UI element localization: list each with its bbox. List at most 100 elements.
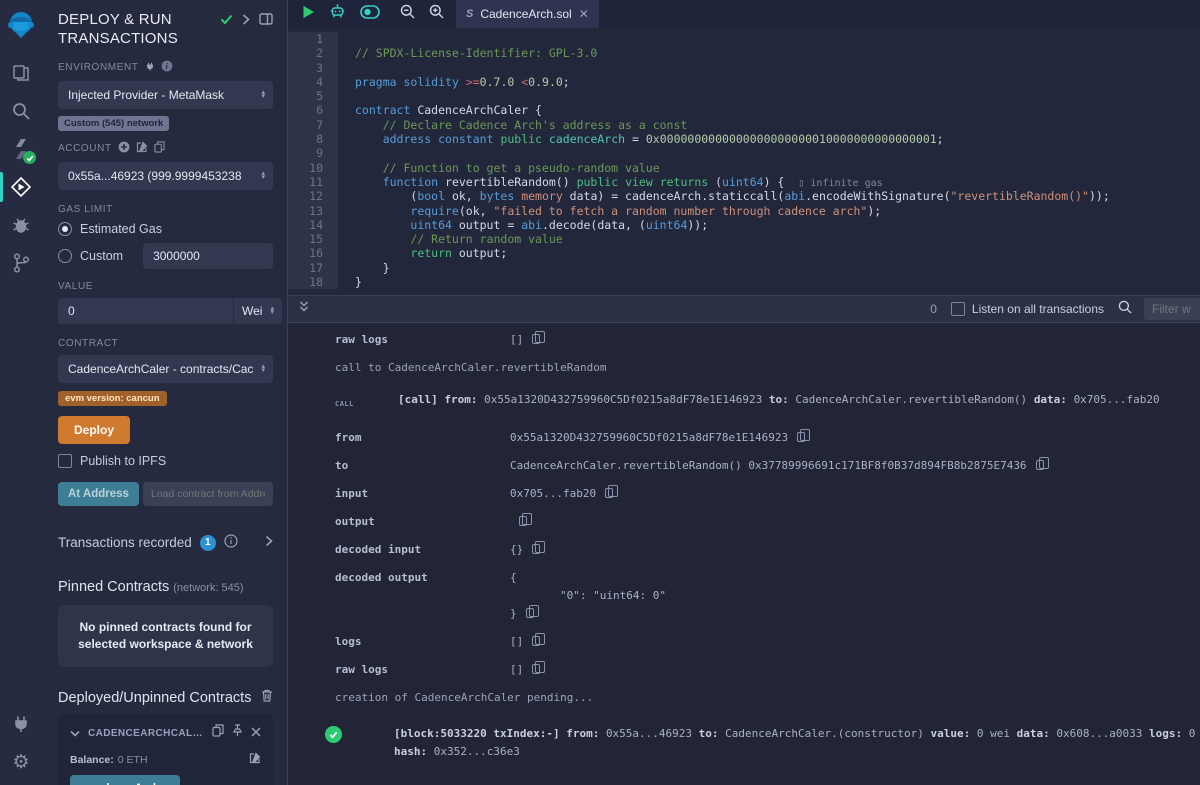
copy-icon[interactable] — [526, 608, 534, 618]
copy-icon[interactable] — [605, 488, 613, 498]
terminal-row[interactable]: input0x705...fab20 — [335, 485, 1200, 503]
info-icon[interactable]: i — [161, 60, 173, 75]
code-line[interactable]: 1 — [288, 32, 1200, 46]
toggle-icon[interactable] — [360, 5, 380, 24]
debugger-icon[interactable] — [0, 206, 42, 244]
code-line[interactable]: 4pragma solidity >=0.7.0 <0.9.0; — [288, 75, 1200, 89]
terminal-row[interactable]: decoded output{"0": "uint64: 0"} — [335, 569, 1200, 623]
edit-account-icon[interactable] — [136, 141, 148, 156]
custom-gas-radio[interactable] — [58, 249, 72, 263]
code-line[interactable]: 11 function revertibleRandom() public vi… — [288, 175, 1200, 189]
code-text: address constant public cadenceArch = 0x… — [338, 132, 944, 146]
deploy-button[interactable]: Deploy — [58, 416, 130, 444]
panel-forward-icon[interactable] — [242, 12, 250, 30]
terminal-row[interactable]: creation of CadenceArchCaler pending... — [335, 689, 1200, 707]
terminal-row[interactable]: from0x55a1320D432759960C5Df0215a8dF78e1E… — [335, 429, 1200, 447]
terminal-row[interactable]: raw logs[] — [335, 661, 1200, 679]
copy-icon[interactable] — [1036, 460, 1044, 470]
ai-assistant-icon[interactable] — [329, 4, 346, 25]
publish-ipfs-checkbox[interactable] — [58, 454, 72, 468]
code-line[interactable]: 5 — [288, 89, 1200, 103]
file-explorer-icon[interactable] — [0, 54, 42, 92]
settings-gear-icon[interactable]: ⚙ — [0, 743, 42, 781]
pin-icon[interactable] — [232, 724, 243, 742]
estimated-gas-option[interactable]: Estimated Gas — [58, 222, 273, 236]
expand-terminal-icon[interactable] — [298, 300, 310, 318]
code-line[interactable]: 3 — [288, 61, 1200, 75]
chevron-updown-icon: ▴▾ — [261, 365, 265, 373]
terminal-row[interactable]: toCadenceArchCaler.revertibleRandom() 0x… — [335, 457, 1200, 475]
run-script-icon[interactable] — [302, 5, 315, 24]
solidity-compiler-icon[interactable] — [0, 130, 42, 168]
zoom-out-icon[interactable] — [400, 4, 415, 24]
custom-gas-input[interactable] — [143, 243, 273, 269]
transactions-recorded-row[interactable]: Transactions recorded 1 — [58, 520, 273, 565]
terminal-row[interactable]: decoded input{} — [335, 541, 1200, 559]
terminal-row[interactable]: output — [335, 513, 1200, 531]
copy-icon[interactable] — [532, 334, 540, 344]
git-icon[interactable] — [0, 244, 42, 282]
contract-fn-button[interactable]: cadenceArch — [70, 775, 180, 785]
copy-icon[interactable] — [532, 636, 540, 646]
code-line[interactable]: 13 require(ok, "failed to fetch a random… — [288, 204, 1200, 218]
add-account-icon[interactable] — [118, 141, 130, 156]
terminal-row[interactable]: call to CadenceArchCaler.revertibleRando… — [335, 359, 1200, 377]
code-line[interactable]: 6contract CadenceArchCaler { — [288, 103, 1200, 117]
transactions-count-badge: 1 — [200, 535, 216, 551]
contract-select[interactable]: CadenceArchCaler - contracts/Cac ▴▾ — [58, 355, 273, 383]
custom-gas-option[interactable]: Custom — [58, 243, 273, 269]
terminal-row[interactable]: logs[] — [335, 633, 1200, 651]
line-number: 1 — [288, 32, 338, 46]
close-icon[interactable] — [251, 724, 261, 742]
copy-icon[interactable] — [519, 516, 527, 526]
terminal-search-icon[interactable] — [1118, 300, 1132, 319]
plug-icon[interactable] — [145, 61, 155, 75]
code-line[interactable]: 18} — [288, 275, 1200, 289]
terminal-row[interactable]: raw logs[] — [335, 331, 1200, 349]
tab-cadencearch-sol[interactable]: S CadenceArch.sol ✕ — [456, 0, 599, 28]
environment-select[interactable]: Injected Provider - MetaMask ▴▾ — [58, 81, 273, 109]
code-line[interactable]: 17 } — [288, 261, 1200, 275]
code-line[interactable]: 9 — [288, 146, 1200, 160]
code-line[interactable]: 10 // Function to get a pseudo-random va… — [288, 161, 1200, 175]
code-line[interactable]: 8 address constant public cadenceArch = … — [288, 132, 1200, 146]
panel-layout-icon[interactable] — [259, 12, 273, 30]
at-address-button[interactable]: At Address — [58, 482, 139, 506]
terminal-filter-input[interactable] — [1144, 298, 1200, 320]
at-address-input[interactable] — [143, 482, 273, 506]
value-unit-select[interactable]: Wei ▴▾ — [233, 298, 282, 324]
terminal-body[interactable]: raw logs[] call to CadenceArchCaler.rever… — [288, 323, 1200, 785]
trash-icon[interactable] — [261, 689, 273, 706]
copy-icon[interactable] — [532, 664, 540, 674]
estimated-gas-radio[interactable] — [58, 222, 72, 236]
copy-icon[interactable] — [212, 724, 224, 742]
account-select[interactable]: 0x55a...46923 (999.9999453238 ▴▾ — [58, 162, 273, 190]
edit-balance-icon[interactable] — [249, 752, 261, 767]
listen-all-checkbox[interactable] — [951, 302, 965, 316]
search-icon[interactable] — [0, 92, 42, 130]
terminal-row[interactable]: CALL[call] from: 0x55a1320D432759960C5Df… — [335, 391, 1200, 413]
copy-icon[interactable] — [532, 544, 540, 554]
code-line[interactable]: 7 // Declare Cadence Arch's address as a… — [288, 118, 1200, 132]
zoom-in-icon[interactable] — [429, 4, 444, 24]
value-input[interactable] — [58, 298, 233, 324]
remix-logo-icon[interactable] — [0, 4, 42, 44]
plugin-manager-icon[interactable] — [0, 705, 42, 743]
expand-transactions-icon[interactable] — [265, 535, 273, 550]
listen-all-option[interactable]: Listen on all transactions — [951, 302, 1104, 316]
publish-ipfs-option[interactable]: Publish to IPFS — [58, 454, 273, 468]
deploy-run-icon[interactable] — [0, 168, 42, 206]
copy-icon[interactable] — [797, 432, 805, 442]
collapse-chevron-icon[interactable] — [70, 724, 80, 742]
code-line[interactable]: 15 // Return random value — [288, 232, 1200, 246]
tab-close-icon[interactable]: ✕ — [579, 7, 589, 21]
code-editor[interactable]: 12// SPDX-License-Identifier: GPL-3.034p… — [288, 28, 1200, 295]
code-line[interactable]: 2// SPDX-License-Identifier: GPL-3.0 — [288, 46, 1200, 60]
code-line[interactable]: 14 uint64 output = abi.decode(data, (uin… — [288, 218, 1200, 232]
copy-account-icon[interactable] — [154, 141, 165, 156]
code-line[interactable]: 16 return output; — [288, 246, 1200, 260]
success-check-icon — [325, 726, 342, 743]
terminal-row[interactable]: [block:5033220 txIndex:-] from: 0x55a...… — [325, 725, 1200, 761]
code-line[interactable]: 12 (bool ok, bytes memory data) = cadenc… — [288, 189, 1200, 203]
info-circle-icon[interactable] — [224, 534, 238, 551]
